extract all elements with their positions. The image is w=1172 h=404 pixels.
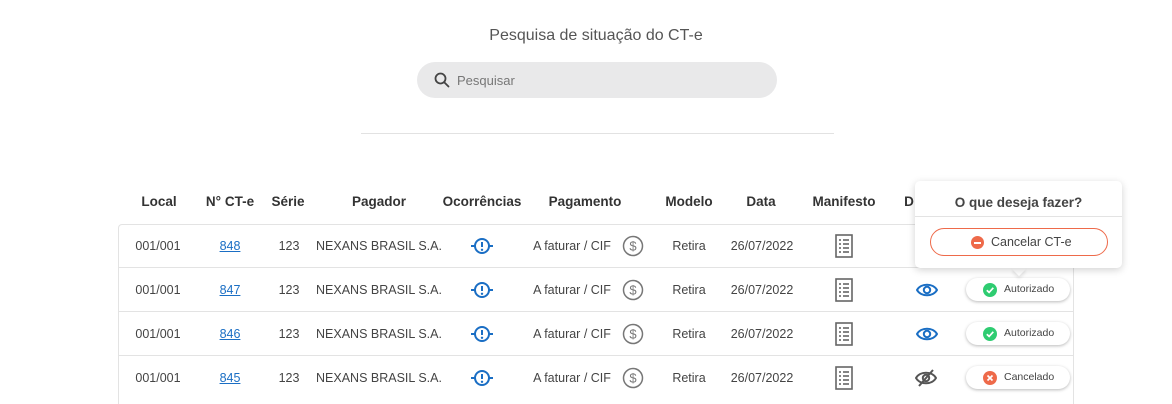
check-icon <box>983 327 997 341</box>
column-header-d: D <box>904 194 914 209</box>
cte-number-link[interactable]: 845 <box>220 371 241 385</box>
check-icon <box>983 283 997 297</box>
dollar-icon[interactable]: $ <box>622 323 644 345</box>
cell-modelo: Retira <box>672 239 706 253</box>
table-row: 001/001 847 123 NEXANS BRASIL S.A. A fat… <box>0 268 1172 312</box>
minus-circle-icon <box>971 236 984 249</box>
cell-data: 26/07/2022 <box>730 283 794 297</box>
svg-text:$: $ <box>629 283 637 298</box>
cancel-cte-label: Cancelar CT-e <box>991 235 1072 249</box>
column-header-manifesto: Manifesto <box>812 194 876 209</box>
cte-number-link[interactable]: 848 <box>220 239 241 253</box>
cell-serie: 123 <box>278 239 300 253</box>
cell-serie: 123 <box>278 371 300 385</box>
search-bar[interactable] <box>417 62 777 98</box>
occurrences-icon[interactable] <box>471 324 493 344</box>
cell-pagador: NEXANS BRASIL S.A. <box>316 327 442 341</box>
cell-pagador: NEXANS BRASIL S.A. <box>316 371 442 385</box>
cell-serie: 123 <box>278 283 300 297</box>
status-label: Autorizado <box>1004 283 1055 295</box>
page-title: Pesquisa de situação do CT-e <box>489 27 703 44</box>
column-header-modelo: Modelo <box>665 194 713 209</box>
column-header-pagador: Pagador <box>351 194 406 209</box>
search-icon <box>434 72 450 88</box>
cell-local: 001/001 <box>135 327 181 341</box>
dollar-icon[interactable]: $ <box>622 279 644 301</box>
cell-serie: 123 <box>278 327 300 341</box>
svg-text:$: $ <box>629 371 637 386</box>
dollar-icon[interactable]: $ <box>622 367 644 389</box>
cancel-icon <box>983 371 997 385</box>
cell-pagamento: A faturar / CIF <box>533 283 611 297</box>
cell-local: 001/001 <box>135 371 181 385</box>
status-badge: Autorizado <box>966 322 1070 345</box>
cell-pagamento: A faturar / CIF <box>533 239 611 253</box>
search-input[interactable] <box>457 62 757 98</box>
occurrences-icon[interactable] <box>471 368 493 388</box>
cell-local: 001/001 <box>135 283 181 297</box>
cell-pagador: NEXANS BRASIL S.A. <box>316 283 442 297</box>
cancel-cte-button[interactable]: Cancelar CT-e <box>930 228 1108 256</box>
status-badge: Autorizado <box>966 278 1070 301</box>
cell-modelo: Retira <box>672 371 706 385</box>
cell-local: 001/001 <box>135 239 181 253</box>
cell-modelo: Retira <box>672 327 706 341</box>
divider <box>361 133 834 134</box>
column-header-numero: N° CT-e <box>205 194 255 209</box>
popover-title: O que deseja fazer? <box>915 181 1122 217</box>
occurrences-icon[interactable] <box>471 236 493 256</box>
manifest-icon[interactable] <box>835 278 853 302</box>
eye-slash-icon[interactable] <box>915 368 937 388</box>
cell-pagamento: A faturar / CIF <box>533 327 611 341</box>
status-label: Autorizado <box>1004 327 1055 339</box>
svg-text:$: $ <box>629 327 637 342</box>
manifest-icon[interactable] <box>835 234 853 258</box>
svg-text:$: $ <box>629 239 637 254</box>
dollar-icon[interactable]: $ <box>622 235 644 257</box>
manifest-icon[interactable] <box>835 366 853 390</box>
cell-pagador: NEXANS BRASIL S.A. <box>316 239 442 253</box>
column-header-serie: Série <box>271 194 305 209</box>
status-label: Cancelado <box>1004 371 1055 383</box>
manifest-icon[interactable] <box>835 322 853 346</box>
column-header-ocorrencias: Ocorrências <box>442 194 522 209</box>
cell-modelo: Retira <box>672 283 706 297</box>
cell-data: 26/07/2022 <box>730 371 794 385</box>
eye-icon[interactable] <box>916 280 938 300</box>
cell-data: 26/07/2022 <box>730 239 794 253</box>
table-row: 001/001 845 123 NEXANS BRASIL S.A. A fat… <box>0 356 1172 400</box>
cell-data: 26/07/2022 <box>730 327 794 341</box>
cte-number-link[interactable]: 846 <box>220 327 241 341</box>
column-header-data: Data <box>746 194 776 209</box>
table-row: 001/001 846 123 NEXANS BRASIL S.A. A fat… <box>0 312 1172 356</box>
occurrences-icon[interactable] <box>471 280 493 300</box>
column-header-local: Local <box>141 194 177 209</box>
cte-number-link[interactable]: 847 <box>220 283 241 297</box>
column-header-pagamento: Pagamento <box>548 194 622 209</box>
cell-pagamento: A faturar / CIF <box>533 371 611 385</box>
status-badge: Cancelado <box>966 366 1070 389</box>
eye-icon[interactable] <box>916 324 938 344</box>
actions-popover: O que deseja fazer? Cancelar CT-e <box>915 181 1122 268</box>
